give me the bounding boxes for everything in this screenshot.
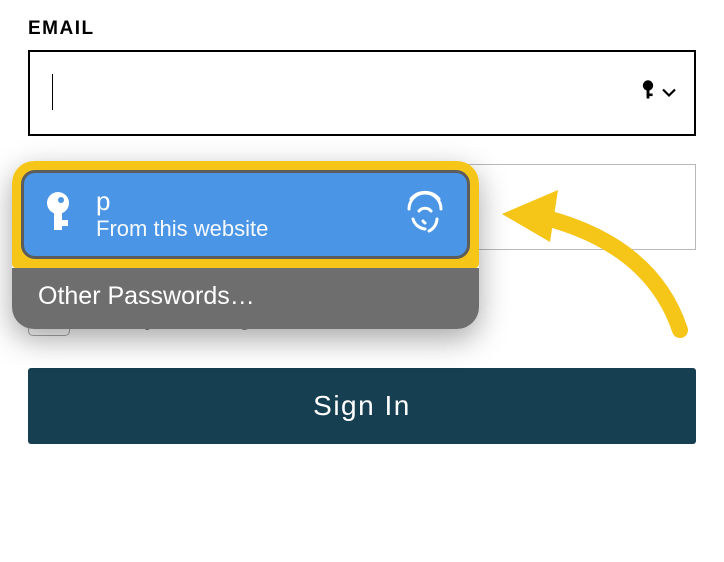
email-input[interactable] bbox=[28, 50, 696, 136]
signin-button[interactable]: Sign In bbox=[28, 368, 696, 444]
fingerprint-icon bbox=[403, 189, 447, 240]
other-passwords-option[interactable]: Other Passwords… bbox=[12, 268, 479, 329]
autofill-suggestion[interactable]: p From this website bbox=[21, 170, 470, 259]
password-autofill-toggle[interactable] bbox=[642, 80, 676, 107]
email-label: EMAIL bbox=[28, 18, 696, 40]
key-icon bbox=[642, 80, 660, 107]
text-cursor bbox=[52, 74, 53, 110]
key-icon bbox=[44, 190, 80, 239]
autofill-highlight-ring: p From this website bbox=[12, 161, 479, 268]
suggestion-username: p bbox=[96, 187, 387, 216]
email-field-wrap bbox=[28, 50, 696, 136]
autofill-dropdown: p From this website Other Passwords… bbox=[12, 161, 479, 329]
suggestion-subtitle: From this website bbox=[96, 216, 387, 242]
chevron-down-icon bbox=[662, 84, 676, 102]
suggestion-text: p From this website bbox=[96, 187, 387, 242]
